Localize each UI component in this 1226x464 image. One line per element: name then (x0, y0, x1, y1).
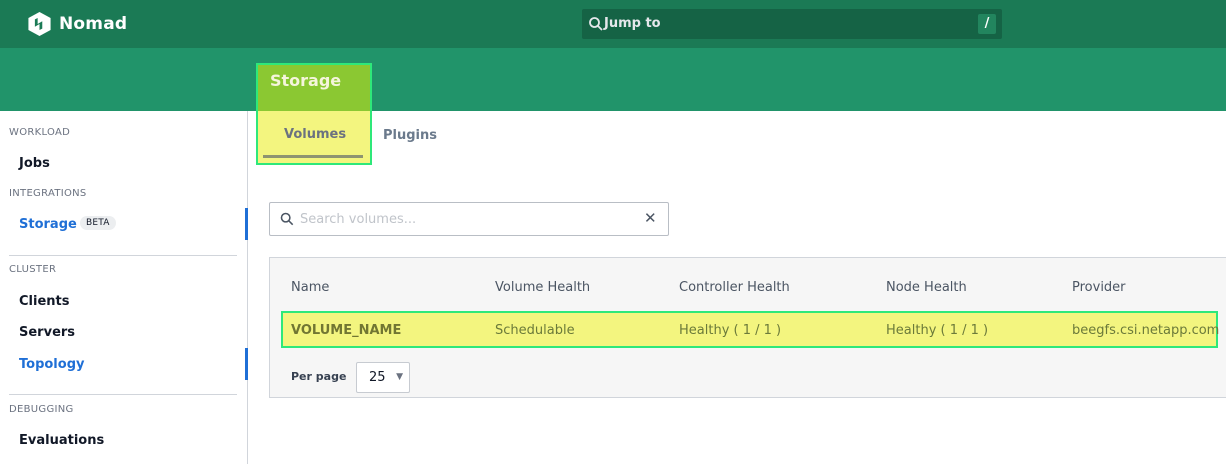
jump-to-label: Jump to (604, 16, 661, 31)
jump-to-search[interactable]: Jump to / (582, 9, 1002, 39)
jump-shortcut-key: / (978, 14, 996, 34)
volume-health: Schedulable (495, 323, 575, 338)
search-icon (589, 17, 603, 31)
per-page-value: 25 (369, 370, 386, 385)
chevron-down-icon: ▼ (396, 372, 403, 382)
sidebar-item-servers[interactable]: Servers (19, 325, 75, 340)
page-header (0, 48, 1226, 111)
beta-badge: BETA (80, 216, 116, 230)
top-navbar: Nomad Jump to / (0, 0, 1226, 48)
app-name: Nomad (59, 14, 128, 34)
volume-search-box: ✕ (269, 202, 669, 236)
column-header-volume-health[interactable]: Volume Health (495, 280, 590, 295)
volumes-table: Name Volume Health Controller Health Nod… (269, 257, 1226, 398)
node-health: Healthy ( 1 / 1 ) (886, 323, 989, 338)
per-page-select[interactable]: 25 ▼ (356, 362, 410, 393)
provider: beegfs.csi.netapp.com (1072, 323, 1220, 338)
sidebar-item-evaluations[interactable]: Evaluations (19, 433, 104, 448)
close-icon[interactable]: ✕ (644, 210, 658, 226)
tab-volumes[interactable]: Volumes (256, 111, 372, 165)
sidebar-section-workload: WORKLOAD (9, 127, 71, 138)
volume-search-input[interactable] (300, 209, 630, 229)
sidebar: WORKLOAD Jobs INTEGRATIONS Storage BETA … (0, 111, 248, 464)
sidebar-section-integrations: INTEGRATIONS (9, 188, 87, 199)
nomad-logo-icon (28, 12, 51, 36)
search-icon (280, 212, 294, 226)
controller-health: Healthy ( 1 / 1 ) (679, 323, 782, 338)
column-header-provider[interactable]: Provider (1072, 280, 1126, 295)
sidebar-item-topology[interactable]: Topology (19, 357, 84, 372)
page-title: Storage (270, 71, 342, 90)
sidebar-divider (9, 394, 237, 395)
nomad-logo[interactable]: Nomad (28, 12, 127, 36)
sidebar-item-jobs[interactable]: Jobs (19, 156, 50, 171)
per-page-label: Per page (291, 370, 347, 383)
column-header-name[interactable]: Name (291, 280, 329, 295)
active-tab-indicator (263, 155, 363, 158)
sidebar-item-clients[interactable]: Clients (19, 294, 69, 309)
sidebar-section-cluster: CLUSTER (9, 264, 57, 275)
tab-plugins[interactable]: Plugins (383, 128, 437, 143)
sidebar-active-indicator-topology (245, 348, 248, 380)
column-header-node-health[interactable]: Node Health (886, 280, 967, 295)
table-row[interactable]: VOLUME_NAME Schedulable Healthy ( 1 / 1 … (281, 311, 1220, 348)
sidebar-active-indicator-storage (245, 208, 248, 240)
sidebar-item-storage[interactable]: Storage (19, 217, 77, 232)
page-title-highlight: Storage (256, 63, 372, 111)
sidebar-section-debugging: DEBUGGING (9, 404, 74, 415)
volume-name[interactable]: VOLUME_NAME (291, 323, 401, 338)
tab-volumes-label: Volumes (284, 127, 347, 142)
sidebar-divider (9, 255, 237, 256)
column-header-controller-health[interactable]: Controller Health (679, 280, 790, 295)
